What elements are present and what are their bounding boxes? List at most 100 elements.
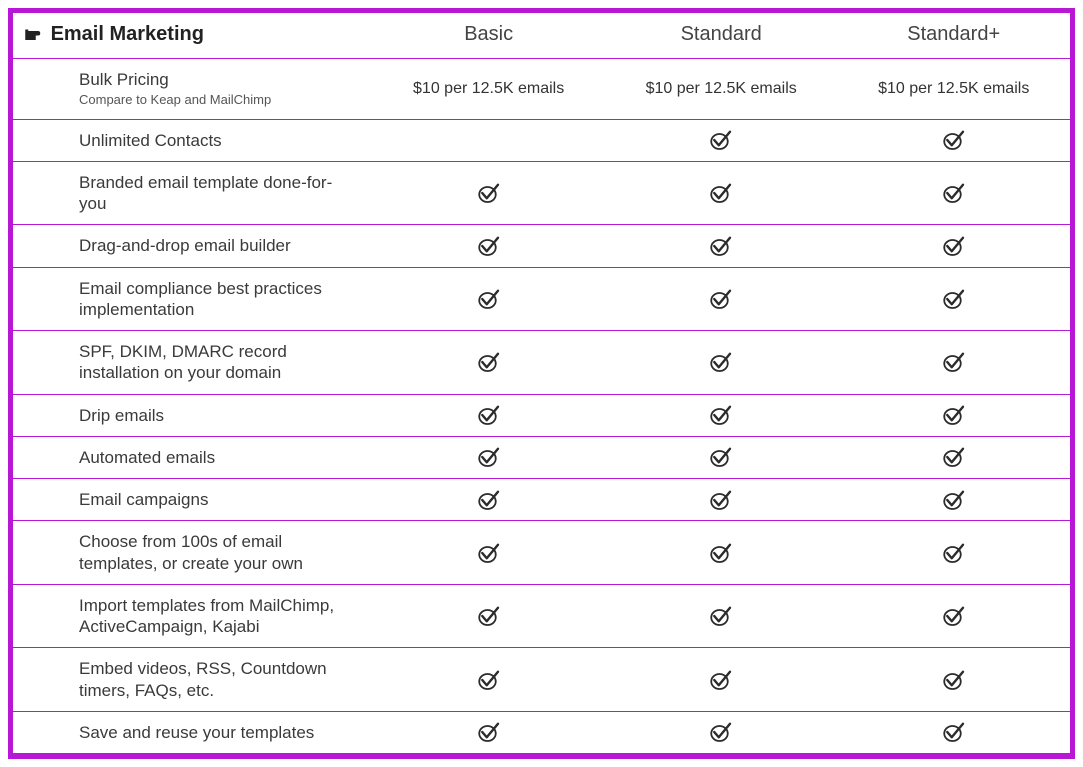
feature-cell: Bulk Pricing Compare to Keap and MailChim… [13, 59, 372, 120]
check-icon [942, 128, 966, 152]
table-row: SPF, DKIM, DMARC record installation on … [13, 331, 1070, 395]
check-icon [709, 668, 733, 692]
pricing-table: Email Marketing Basic Standard Standard+… [13, 13, 1070, 754]
feature-label: Drag-and-drop email builder [79, 236, 291, 255]
plan-value: $10 per 12.5K emails [413, 80, 564, 97]
table-row: Drag-and-drop email builder [13, 225, 1070, 267]
feature-label: Choose from 100s of email templates, or … [79, 532, 303, 572]
feature-cell: Automated emails [13, 436, 372, 478]
check-icon [709, 350, 733, 374]
check-icon [709, 403, 733, 427]
check-icon [709, 488, 733, 512]
feature-label: Automated emails [79, 448, 215, 467]
feature-cell: Drag-and-drop email builder [13, 225, 372, 267]
plan-cell [372, 521, 605, 585]
plan-cell: $10 per 12.5K emails [372, 59, 605, 120]
feature-label: SPF, DKIM, DMARC record installation on … [79, 342, 287, 382]
check-icon [942, 445, 966, 469]
table-row: Import templates from MailChimp, ActiveC… [13, 584, 1070, 648]
feature-cell: Import templates from MailChimp, ActiveC… [13, 584, 372, 648]
table-row: Choose from 100s of email templates, or … [13, 521, 1070, 585]
feature-cell: Choose from 100s of email templates, or … [13, 521, 372, 585]
plan-header-basic: Basic [372, 13, 605, 59]
plan-cell [837, 119, 1070, 161]
plan-cell [837, 436, 1070, 478]
check-icon [709, 541, 733, 565]
plan-cell [372, 479, 605, 521]
pricing-table-frame: Email Marketing Basic Standard Standard+… [8, 8, 1075, 759]
check-icon [709, 128, 733, 152]
check-icon [709, 445, 733, 469]
plan-cell [837, 584, 1070, 648]
check-icon [477, 720, 501, 744]
table-row: Email campaigns [13, 479, 1070, 521]
check-icon [477, 445, 501, 469]
check-icon [477, 287, 501, 311]
plan-cell [837, 267, 1070, 331]
check-icon [477, 541, 501, 565]
check-icon [942, 350, 966, 374]
check-icon [477, 604, 501, 628]
plan-cell [837, 394, 1070, 436]
plan-cell [372, 267, 605, 331]
plan-cell [372, 161, 605, 225]
feature-cell: Branded email template done-for-you [13, 161, 372, 225]
check-icon [477, 234, 501, 258]
point-right-icon [23, 24, 41, 38]
table-row: Branded email template done-for-you [13, 161, 1070, 225]
plan-cell [372, 225, 605, 267]
section-title: Email Marketing [51, 23, 204, 45]
check-icon [477, 668, 501, 692]
plan-cell: $10 per 12.5K emails [837, 59, 1070, 120]
plan-cell [605, 161, 838, 225]
check-icon [942, 488, 966, 512]
plan-cell [605, 584, 838, 648]
table-row: Automated emails [13, 436, 1070, 478]
feature-cell: Unlimited Contacts [13, 119, 372, 161]
check-icon [709, 287, 733, 311]
table-row: Drip emails [13, 394, 1070, 436]
feature-label: Branded email template done-for-you [79, 173, 332, 213]
check-icon [942, 234, 966, 258]
check-icon [477, 181, 501, 205]
plan-cell [837, 331, 1070, 395]
check-icon [942, 403, 966, 427]
plan-cell [605, 267, 838, 331]
feature-label: Embed videos, RSS, Countdown timers, FAQ… [79, 659, 327, 699]
plan-value: $10 per 12.5K emails [878, 80, 1029, 97]
plan-cell: $10 per 12.5K emails [605, 59, 838, 120]
feature-label: Email campaigns [79, 490, 208, 509]
check-icon [477, 403, 501, 427]
plan-cell [605, 711, 838, 753]
check-icon [477, 350, 501, 374]
plan-cell [605, 479, 838, 521]
feature-label: Unlimited Contacts [79, 131, 222, 150]
plan-cell [605, 119, 838, 161]
table-row: Save and reuse your templates [13, 711, 1070, 753]
check-icon [477, 488, 501, 512]
plan-cell [837, 711, 1070, 753]
plan-cell [837, 521, 1070, 585]
feature-cell: Save and reuse your templates [13, 711, 372, 753]
feature-cell: Email campaigns [13, 479, 372, 521]
plan-cell [605, 331, 838, 395]
check-icon [942, 181, 966, 205]
plan-cell [605, 521, 838, 585]
feature-sublabel: Compare to Keap and MailChimp [79, 92, 352, 108]
plan-cell [605, 436, 838, 478]
plan-header-standard-plus: Standard+ [837, 13, 1070, 59]
plan-cell [372, 331, 605, 395]
plan-cell [372, 394, 605, 436]
check-icon [709, 181, 733, 205]
check-icon [942, 668, 966, 692]
feature-label: Save and reuse your templates [79, 723, 314, 742]
feature-label: Import templates from MailChimp, ActiveC… [79, 596, 334, 636]
plan-cell [372, 711, 605, 753]
plan-header-standard: Standard [605, 13, 838, 59]
feature-label: Drip emails [79, 406, 164, 425]
check-icon [709, 720, 733, 744]
check-icon [942, 604, 966, 628]
plan-cell [372, 436, 605, 478]
table-row: Email compliance best practices implemen… [13, 267, 1070, 331]
feature-label: Bulk Pricing [79, 70, 169, 89]
